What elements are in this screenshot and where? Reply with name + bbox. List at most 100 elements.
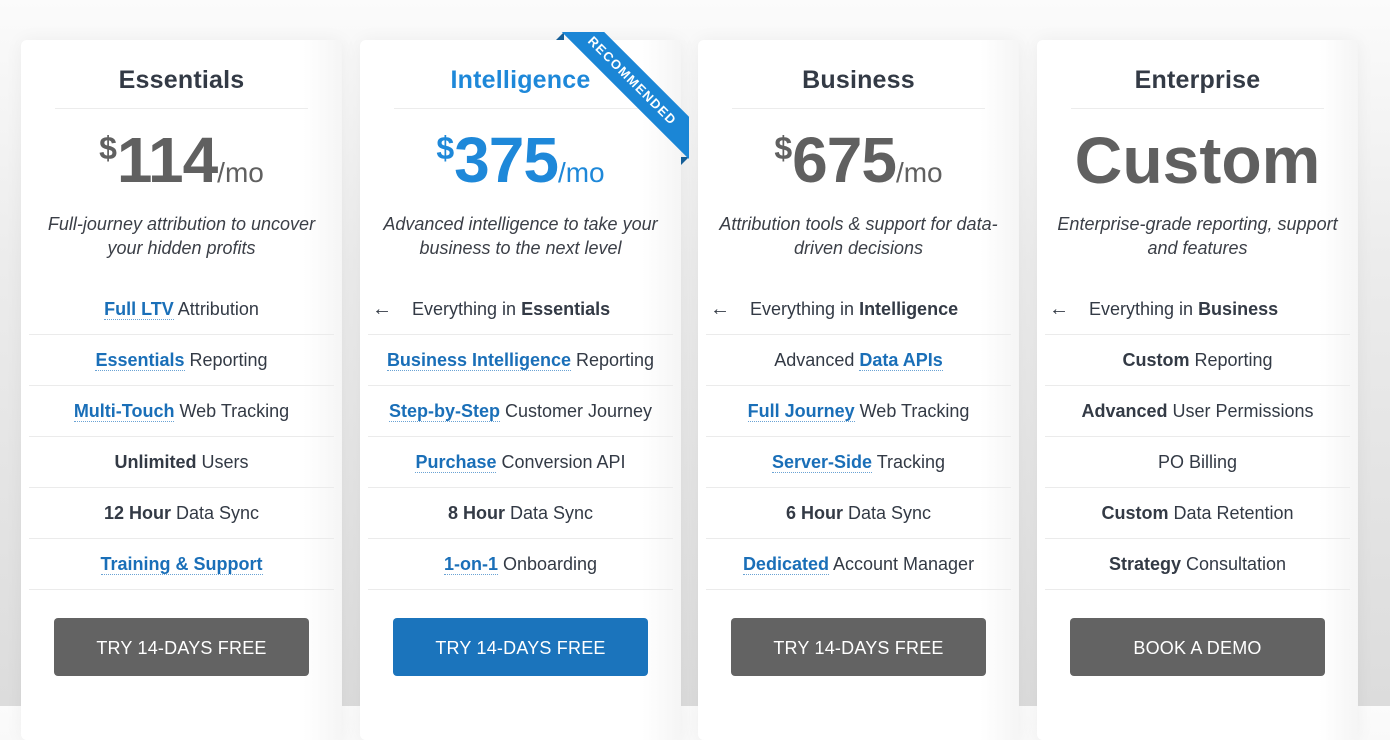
feature-link[interactable]: Business Intelligence — [386, 350, 571, 371]
feature-row: Business Intelligence Reporting — [368, 335, 673, 386]
feature-emphasis: Strategy — [1108, 554, 1181, 574]
price-amount: 114 — [116, 124, 218, 196]
feature-inherit-row: ← Everything in Intelligence — [706, 284, 1011, 335]
feature-text: Data Sync — [504, 503, 594, 523]
plan-description: Full-journey attribution to uncover your… — [47, 214, 316, 258]
feature-link[interactable]: 1-on-1 — [443, 554, 498, 575]
arrow-left-icon: ← — [1049, 298, 1069, 320]
try-free-button[interactable]: TRY 14-DAYS FREE — [54, 618, 309, 676]
feature-row: Dedicated Account Manager — [706, 539, 1011, 590]
feature-list: Full LTV Attribution Essentials Reporting… — [29, 284, 334, 590]
plan-name: Business — [802, 66, 915, 94]
feature-inherit-row: ← Everything in Business — [1045, 284, 1350, 335]
feature-link[interactable]: Multi-Touch — [73, 401, 175, 422]
divider — [55, 108, 308, 109]
feature-row: 12 Hour Data Sync — [29, 488, 334, 539]
arrow-left-icon: ← — [372, 298, 392, 320]
feature-row: Full Journey Web Tracking — [706, 386, 1011, 437]
feature-row: Server-Side Tracking — [706, 437, 1011, 488]
feature-link[interactable]: Full LTV — [104, 299, 174, 320]
feature-text: Advanced — [774, 350, 860, 370]
feature-text: Account Manager — [828, 554, 975, 574]
feature-link[interactable]: Data APIs — [859, 350, 943, 371]
feature-text: PO Billing — [1157, 452, 1238, 472]
feature-text: Everything in — [750, 299, 860, 319]
feature-row: Advanced Data APIs — [706, 335, 1011, 386]
feature-list: ← Everything in Business Custom Reporting A… — [1045, 284, 1350, 590]
feature-text: Reporting — [571, 350, 655, 370]
plan-description: Enterprise-grade reporting, support and … — [1057, 214, 1338, 258]
feature-emphasis: 12 Hour — [103, 503, 171, 523]
feature-row: 1-on-1 Onboarding — [368, 539, 673, 590]
plan-price: $114/mo — [21, 122, 342, 198]
feature-link[interactable]: Essentials — [95, 350, 185, 371]
try-free-button[interactable]: TRY 14-DAYS FREE — [731, 618, 986, 676]
divider — [1071, 108, 1324, 109]
feature-row: Unlimited Users — [29, 437, 334, 488]
feature-row: Full LTV Attribution — [29, 284, 334, 335]
feature-text: Conversion API — [496, 452, 626, 472]
feature-emphasis: Advanced — [1081, 401, 1168, 421]
feature-row: Custom Data Retention — [1045, 488, 1350, 539]
feature-emphasis: 6 Hour — [785, 503, 843, 523]
feature-text: Onboarding — [497, 554, 598, 574]
plan-card-essentials: Essentials $114/mo Full-journey attribut… — [21, 40, 342, 740]
price-amount: 375 — [454, 124, 559, 196]
price-period: /mo — [895, 157, 943, 188]
plan-name: Enterprise — [1134, 66, 1261, 94]
feature-row: Custom Reporting — [1045, 335, 1350, 386]
feature-text: Reporting — [184, 350, 268, 370]
feature-link[interactable]: Step-by-Step — [388, 401, 500, 422]
plan-card-business: Business $675/mo Attribution tools & sup… — [698, 40, 1019, 740]
feature-link[interactable]: Full Journey — [747, 401, 855, 422]
plan-card-enterprise: Enterprise Custom Enterprise-grade repor… — [1037, 40, 1358, 740]
price-currency: $ — [774, 130, 793, 166]
feature-emphasis: Intelligence — [859, 299, 959, 319]
feature-link[interactable]: Training & Support — [100, 554, 263, 575]
feature-text: Attribution — [173, 299, 259, 319]
feature-text: Everything in — [412, 299, 522, 319]
divider — [732, 108, 985, 109]
plan-card-intelligence: Intelligence $375/mo Advanced intelligen… — [360, 32, 689, 740]
feature-link[interactable]: Purchase — [415, 452, 497, 473]
feature-list: ← Everything in Essentials Business Intell… — [368, 284, 673, 590]
feature-list: ← Everything in Intelligence Advanced Data… — [706, 284, 1011, 590]
plan-price: $675/mo — [698, 122, 1019, 198]
feature-link[interactable]: Dedicated — [742, 554, 829, 575]
feature-text: Data Retention — [1168, 503, 1294, 523]
feature-text: Web Tracking — [174, 401, 290, 421]
plan-description: Advanced intelligence to take your busin… — [383, 214, 658, 258]
feature-emphasis: Essentials — [521, 299, 611, 319]
arrow-left-icon: ← — [710, 298, 730, 320]
feature-row: 8 Hour Data Sync — [368, 488, 673, 539]
feature-text: Reporting — [1189, 350, 1273, 370]
plan-price: Custom — [1037, 122, 1358, 198]
feature-row: Advanced User Permissions — [1045, 386, 1350, 437]
feature-row: Training & Support — [29, 539, 334, 590]
feature-emphasis: Custom — [1101, 503, 1169, 523]
feature-text: Customer Journey — [499, 401, 653, 421]
feature-emphasis: 8 Hour — [447, 503, 505, 523]
feature-row: Essentials Reporting — [29, 335, 334, 386]
feature-row: Step-by-Step Customer Journey — [368, 386, 673, 437]
feature-text: User Permissions — [1167, 401, 1314, 421]
book-demo-button[interactable]: BOOK A DEMO — [1070, 618, 1325, 676]
feature-row: Purchase Conversion API — [368, 437, 673, 488]
price-amount: Custom — [1074, 123, 1321, 197]
plan-name: Essentials — [118, 66, 245, 94]
try-free-button[interactable]: TRY 14-DAYS FREE — [393, 618, 648, 676]
feature-text: Data Sync — [170, 503, 260, 523]
feature-row: Strategy Consultation — [1045, 539, 1350, 590]
price-currency: $ — [99, 130, 117, 166]
recommended-ribbon: RECOMMENDED — [549, 32, 689, 172]
feature-text: Everything in — [1089, 299, 1199, 319]
price-period: /mo — [217, 157, 264, 188]
feature-text: Tracking — [872, 452, 946, 472]
feature-text: Consultation — [1180, 554, 1287, 574]
feature-text: Data Sync — [842, 503, 932, 523]
feature-emphasis: Custom — [1122, 350, 1190, 370]
feature-text: Users — [196, 452, 249, 472]
feature-row: Multi-Touch Web Tracking — [29, 386, 334, 437]
feature-emphasis: Unlimited — [114, 452, 197, 472]
feature-link[interactable]: Server-Side — [771, 452, 873, 473]
